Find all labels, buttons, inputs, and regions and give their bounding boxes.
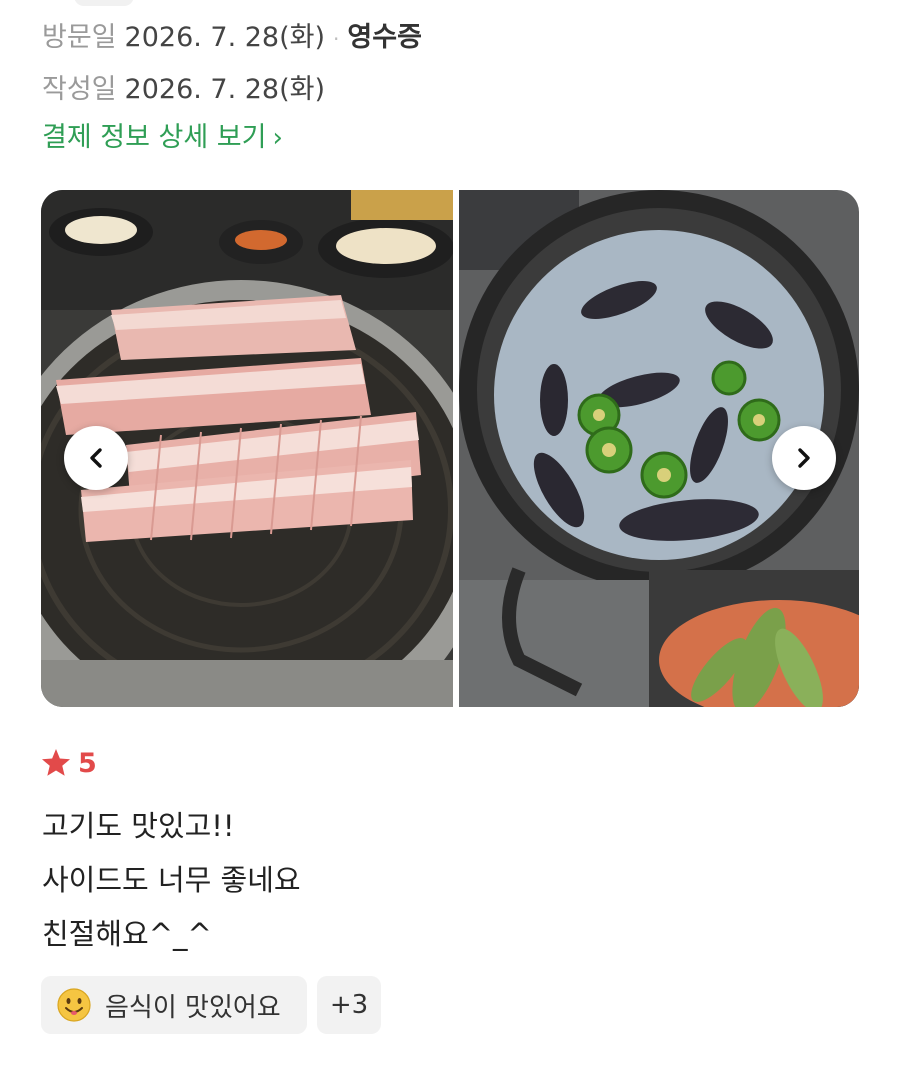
next-photo-button[interactable]: [772, 426, 836, 490]
chevron-left-icon: [90, 448, 102, 468]
previous-photo-button[interactable]: [64, 426, 128, 490]
review-text-line: 고기도 맛있고!!: [42, 809, 235, 843]
tag-chip-food-tasty[interactable]: 음식이 맛있어요: [41, 976, 307, 1034]
chevron-right-icon: ›: [272, 123, 283, 153]
star-icon: [42, 749, 70, 776]
written-date-row: 작성일 2026. 7. 28(화): [42, 72, 325, 108]
written-date-label: 작성일: [42, 74, 117, 105]
written-date-value: 2026. 7. 28(화): [124, 74, 326, 105]
tag-label: 음식이 맛있어요: [105, 992, 281, 1023]
smiley-icon: [57, 988, 91, 1022]
visit-date-row: 방문일 2026. 7. 28(화) · 영수증: [42, 20, 422, 57]
payment-detail-link[interactable]: 결제 정보 상세 보기 ›: [42, 120, 283, 156]
visit-date-label: 방문일: [42, 22, 117, 53]
visit-date-value: 2026. 7. 28(화): [124, 22, 326, 53]
payment-detail-label: 결제 정보 상세 보기: [42, 122, 267, 153]
chevron-right-icon: [798, 448, 810, 468]
rating: 5: [40, 745, 97, 781]
review-text-line: 친절해요^_^: [42, 917, 212, 951]
more-tags-button[interactable]: +3: [317, 976, 381, 1034]
receipt-badge[interactable]: 영수증: [347, 22, 422, 53]
meta-separator: ·: [333, 26, 340, 51]
review-text-line: 사이드도 너무 좋네요: [42, 863, 301, 897]
rating-value: 5: [78, 747, 97, 779]
top-partial-element: [74, 0, 134, 6]
